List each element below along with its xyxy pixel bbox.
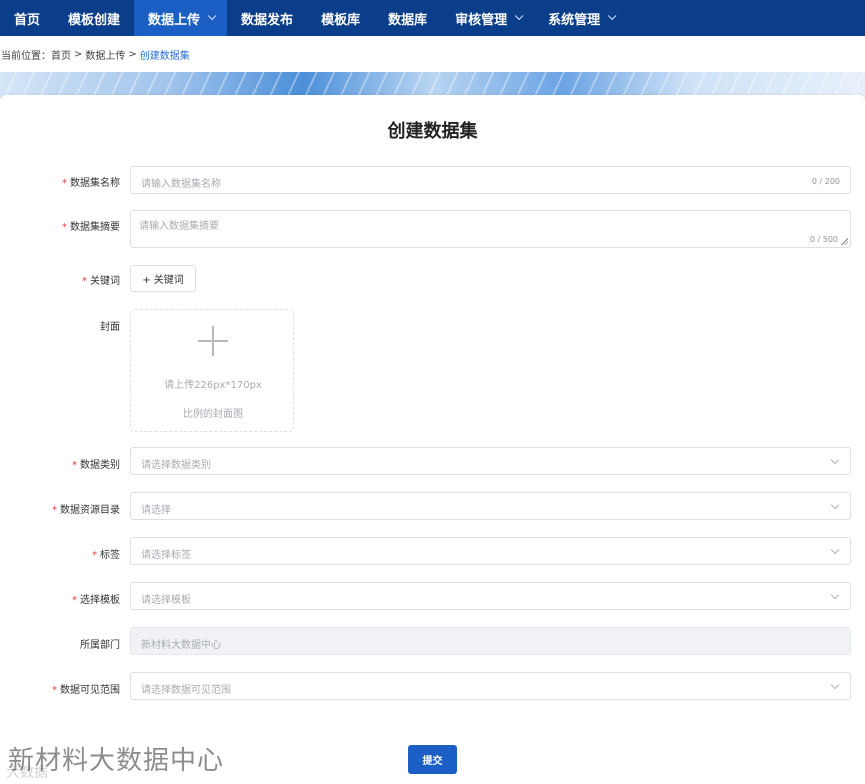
keywords-label: * 关键词 [82, 272, 120, 287]
add-keyword-button[interactable]: + 关键词 [130, 265, 196, 292]
template-label: * 选择模板 [72, 591, 120, 606]
breadcrumb-prefix: 当前位置： [1, 50, 51, 62]
chevron-down-icon [830, 500, 840, 510]
breadcrumb-separator: > [128, 48, 137, 60]
watermark-sub: 大数据 [6, 765, 48, 781]
cover-upload[interactable]: 请上传226px*170px 比例的封面图 [130, 309, 294, 432]
nav-template-create-label: 模板创建 [68, 12, 121, 28]
cover-label: 封面 [100, 322, 120, 333]
nav-review-management-label: 审核管理 [455, 12, 508, 28]
catalog-label: * 数据资源目录 [52, 501, 120, 516]
category-select[interactable]: 请选择数据类别 [130, 447, 851, 475]
dataset-summary-label: * 数据集摘要 [62, 218, 120, 233]
visibility-placeholder: 请选择数据可见范围 [141, 685, 231, 696]
nav-system-management-label: 系统管理 [548, 12, 601, 28]
top-navigation: 首页 模板创建 数据上传 数据发布 模板库 数据库 审核管理 系统管理 [0, 0, 865, 36]
required-mark: * [62, 222, 67, 233]
chevron-down-icon [830, 590, 840, 600]
cover-hint-size: 请上传226px*170px [164, 380, 262, 391]
nav-data-publish[interactable]: 数据发布 [227, 0, 307, 36]
category-placeholder: 请选择数据类别 [141, 460, 211, 471]
nav-database[interactable]: 数据库 [374, 0, 441, 36]
nav-database-label: 数据库 [388, 12, 428, 28]
catalog-label-text: 数据资源目录 [60, 505, 120, 516]
tags-select[interactable]: 请选择标签 [130, 537, 851, 565]
catalog-placeholder: 请选择 [141, 505, 171, 516]
nav-data-upload[interactable]: 数据上传 [134, 0, 228, 36]
catalog-select[interactable]: 请选择 [130, 492, 851, 520]
dataset-summary-textarea[interactable]: 请输入数据集摘要 0 / 500 [130, 210, 851, 248]
tags-placeholder: 请选择标签 [141, 550, 191, 561]
plus-icon [198, 326, 228, 356]
department-label: 所属部门 [80, 640, 120, 651]
category-label-text: 数据类别 [80, 460, 120, 471]
department-value: 新材料大数据中心 [141, 640, 221, 651]
required-mark: * [52, 505, 57, 516]
resize-handle-icon[interactable] [841, 238, 848, 245]
visibility-select[interactable]: 请选择数据可见范围 [130, 672, 851, 700]
nav-home-label: 首页 [14, 12, 41, 28]
dataset-name-label: * 数据集名称 [62, 174, 120, 189]
submit-button[interactable]: 提交 [408, 745, 457, 774]
category-label: * 数据类别 [72, 456, 120, 471]
required-mark: * [92, 550, 97, 561]
chevron-down-icon [830, 455, 840, 465]
dataset-summary-counter: 0 / 500 [809, 235, 838, 244]
nav-review-management[interactable]: 审核管理 [441, 0, 534, 36]
nav-template-library[interactable]: 模板库 [307, 0, 374, 36]
tags-label-text: 标签 [100, 550, 120, 561]
dataset-name-placeholder: 请输入数据集名称 [141, 179, 221, 190]
breadcrumb-home[interactable]: 首页 [51, 47, 71, 62]
dataset-name-counter: 0 / 200 [811, 177, 840, 186]
dataset-summary-placeholder: 请输入数据集摘要 [139, 221, 219, 232]
visibility-label: * 数据可见范围 [52, 681, 120, 696]
chevron-down-icon [207, 11, 217, 21]
nav-data-publish-label: 数据发布 [241, 12, 294, 28]
template-label-text: 选择模板 [80, 595, 120, 606]
tags-label: * 标签 [92, 546, 120, 561]
nav-home[interactable]: 首页 [0, 0, 54, 36]
visibility-label-text: 数据可见范围 [60, 685, 120, 696]
chevron-down-icon [830, 545, 840, 555]
chevron-down-icon [608, 11, 617, 21]
chevron-down-icon [514, 11, 524, 21]
nav-template-library-label: 模板库 [321, 12, 361, 28]
required-mark: * [62, 178, 67, 189]
required-mark: * [72, 460, 77, 471]
page-title: 创建数据集 [387, 121, 478, 142]
template-select[interactable]: 请选择模板 [130, 582, 851, 610]
chevron-down-icon [830, 680, 840, 690]
required-mark: * [72, 595, 77, 606]
dataset-summary-label-text: 数据集摘要 [70, 222, 120, 233]
dataset-name-input[interactable]: 请输入数据集名称 0 / 200 [130, 166, 851, 194]
nav-system-management[interactable]: 系统管理 [534, 0, 627, 36]
template-placeholder: 请选择模板 [141, 595, 191, 606]
dataset-name-label-text: 数据集名称 [70, 178, 120, 189]
nav-template-create[interactable]: 模板创建 [54, 0, 134, 36]
required-mark: * [82, 276, 87, 287]
keywords-label-text: 关键词 [90, 276, 120, 287]
breadcrumb-current: 创建数据集 [139, 50, 190, 62]
required-mark: * [52, 685, 57, 696]
nav-data-upload-label: 数据上传 [148, 12, 201, 28]
breadcrumb: 当前位置： 首页 > 数据上传 > 创建数据集 [0, 36, 865, 72]
breadcrumb-separator: > [74, 48, 83, 60]
department-input: 新材料大数据中心 [130, 627, 851, 655]
cover-hint-ratio: 比例的封面图 [183, 409, 243, 420]
breadcrumb-section[interactable]: 数据上传 [85, 47, 125, 62]
